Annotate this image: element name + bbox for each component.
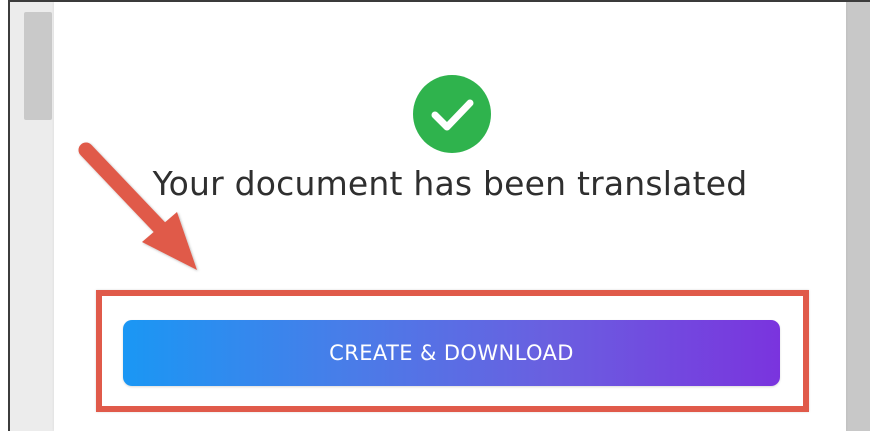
create-download-button[interactable]: CREATE & DOWNLOAD bbox=[123, 320, 780, 386]
screenshot-frame: Your document has been translated CREATE… bbox=[0, 0, 870, 431]
create-download-button-label: CREATE & DOWNLOAD bbox=[329, 341, 574, 365]
arrow-icon bbox=[78, 142, 197, 270]
dialog-title: Your document has been translated bbox=[152, 164, 748, 203]
checkmark-icon bbox=[431, 99, 474, 131]
check-circle-icon bbox=[413, 75, 491, 153]
right-background-panel bbox=[846, 2, 870, 431]
scrollbar-thumb[interactable] bbox=[24, 12, 52, 120]
